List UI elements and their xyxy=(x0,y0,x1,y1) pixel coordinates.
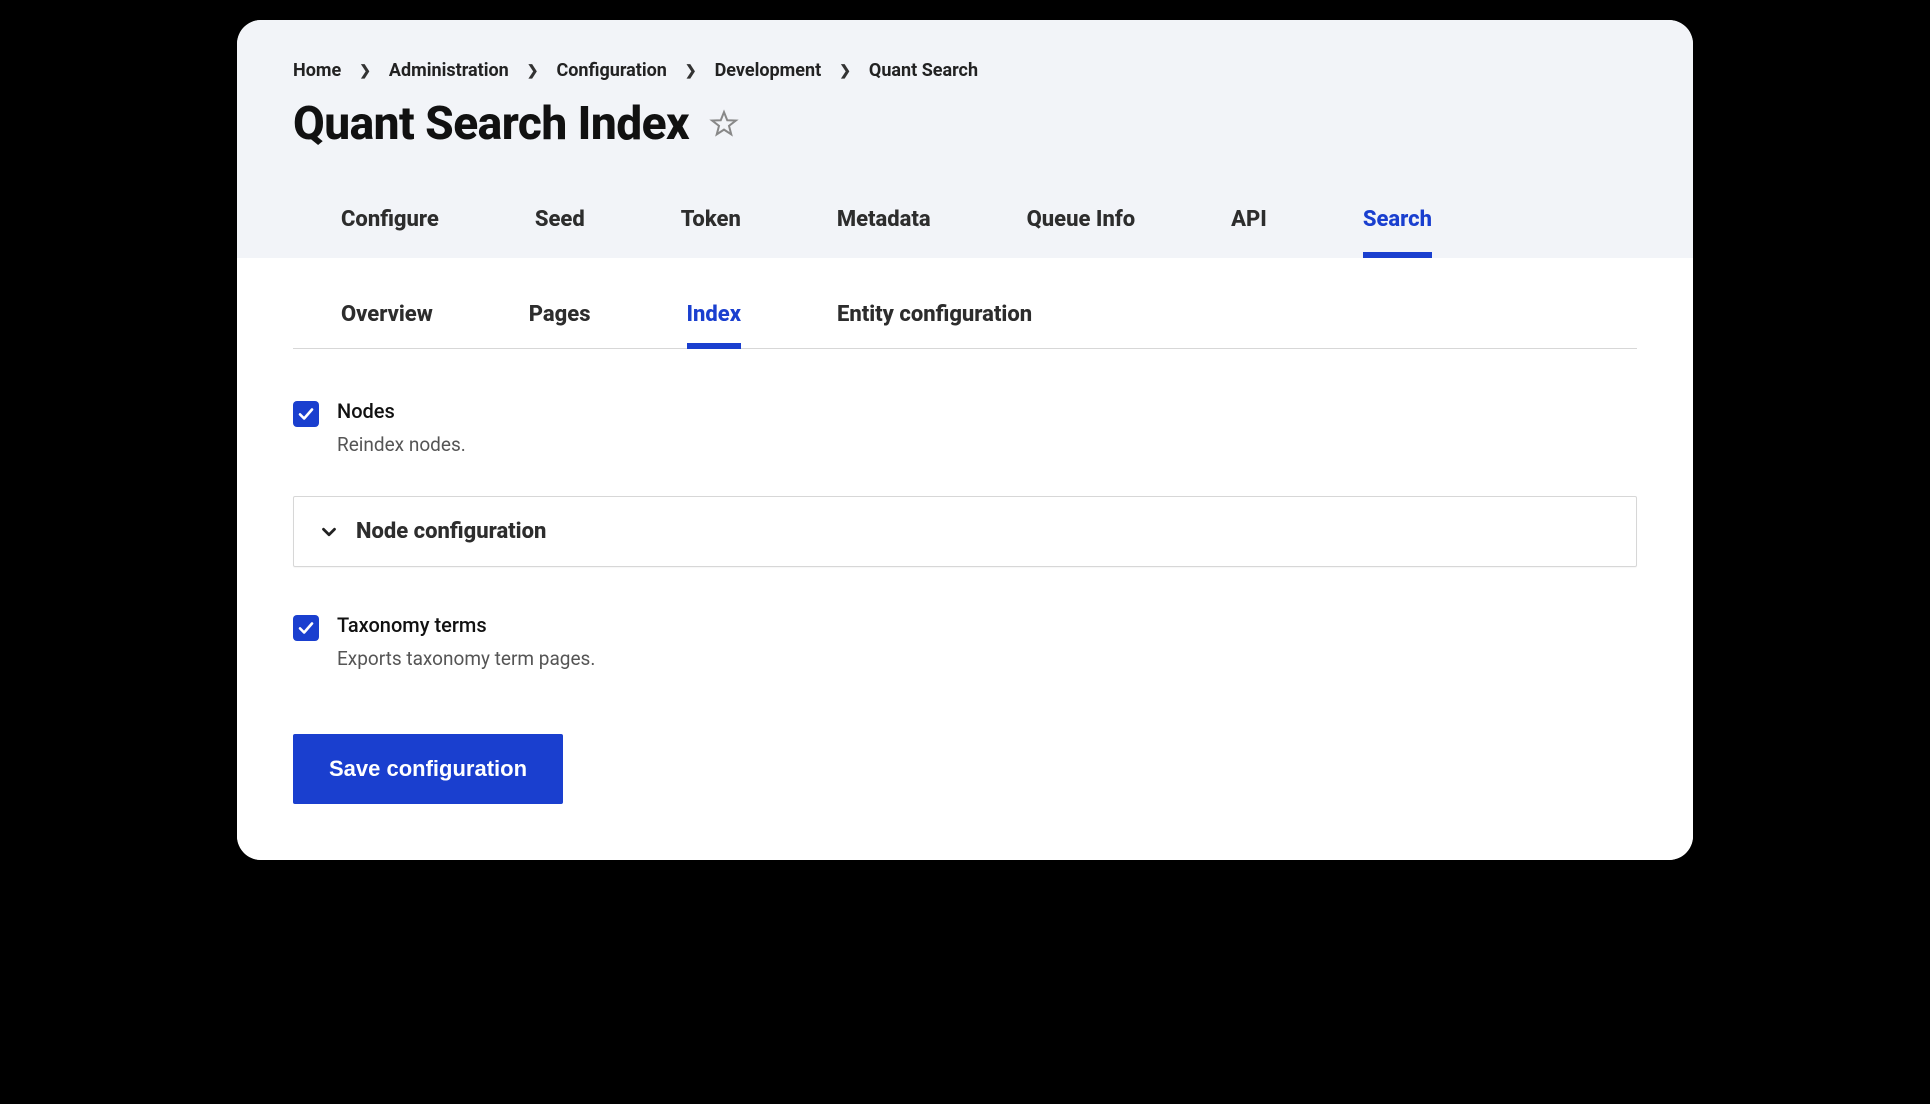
content-region: Overview Pages Index Entity configuratio… xyxy=(237,258,1693,860)
chevron-down-icon xyxy=(318,521,340,543)
taxonomy-field: Taxonomy terms Exports taxonomy term pag… xyxy=(293,613,1637,670)
page-title-row: Quant Search Index xyxy=(293,97,1637,151)
taxonomy-label: Taxonomy terms xyxy=(337,613,595,637)
subtab-pages[interactable]: Pages xyxy=(529,282,591,349)
tab-search[interactable]: Search xyxy=(1363,195,1432,258)
primary-tabs: Configure Seed Token Metadata Queue Info… xyxy=(293,195,1637,258)
breadcrumb-item[interactable]: Home xyxy=(293,60,341,81)
breadcrumb-item[interactable]: Development xyxy=(715,60,822,81)
save-configuration-button[interactable]: Save configuration xyxy=(293,734,563,804)
nodes-checkbox[interactable] xyxy=(293,401,319,427)
tab-api[interactable]: API xyxy=(1231,195,1267,258)
chevron-right-icon: ❯ xyxy=(359,63,371,79)
taxonomy-checkbox[interactable] xyxy=(293,615,319,641)
nodes-field: Nodes Reindex nodes. xyxy=(293,399,1637,456)
subtab-index[interactable]: Index xyxy=(687,282,742,349)
chevron-right-icon: ❯ xyxy=(527,63,539,79)
chevron-right-icon: ❯ xyxy=(839,63,851,79)
page-title: Quant Search Index xyxy=(293,97,689,151)
chevron-right-icon: ❯ xyxy=(685,63,697,79)
taxonomy-text: Taxonomy terms Exports taxonomy term pag… xyxy=(337,613,595,670)
taxonomy-description: Exports taxonomy term pages. xyxy=(337,647,595,670)
tab-queue-info[interactable]: Queue Info xyxy=(1027,195,1136,258)
subtab-entity-configuration[interactable]: Entity configuration xyxy=(837,282,1032,349)
tab-configure[interactable]: Configure xyxy=(341,195,439,258)
node-configuration-title: Node configuration xyxy=(356,519,546,544)
nodes-description: Reindex nodes. xyxy=(337,433,466,456)
nodes-label: Nodes xyxy=(337,399,466,423)
breadcrumb-item[interactable]: Configuration xyxy=(556,60,666,81)
header-region: Home ❯ Administration ❯ Configuration ❯ … xyxy=(237,20,1693,258)
subtab-overview[interactable]: Overview xyxy=(341,282,433,349)
star-outline-icon[interactable] xyxy=(709,109,739,139)
breadcrumb-item[interactable]: Quant Search xyxy=(869,60,978,81)
breadcrumb: Home ❯ Administration ❯ Configuration ❯ … xyxy=(293,60,1637,81)
node-configuration-panel[interactable]: Node configuration xyxy=(293,496,1637,567)
tab-seed[interactable]: Seed xyxy=(535,195,585,258)
form-area: Nodes Reindex nodes. Node configuration … xyxy=(293,349,1637,804)
nodes-text: Nodes Reindex nodes. xyxy=(337,399,466,456)
secondary-tabs: Overview Pages Index Entity configuratio… xyxy=(293,282,1637,349)
tab-token[interactable]: Token xyxy=(681,195,741,258)
breadcrumb-item[interactable]: Administration xyxy=(389,60,509,81)
admin-window: Home ❯ Administration ❯ Configuration ❯ … xyxy=(237,20,1693,860)
tab-metadata[interactable]: Metadata xyxy=(837,195,931,258)
